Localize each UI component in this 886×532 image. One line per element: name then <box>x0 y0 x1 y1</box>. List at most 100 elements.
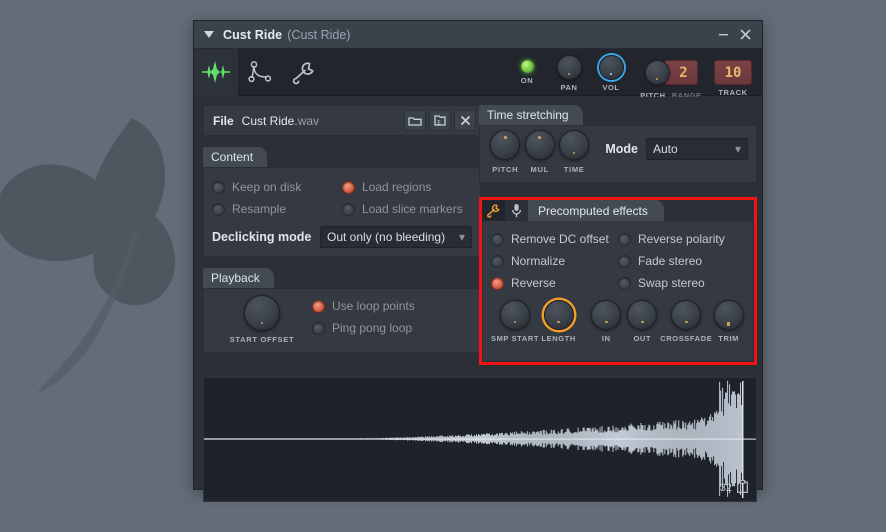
clipboard-icon[interactable] <box>737 480 748 496</box>
ts-time-control[interactable]: TIME <box>557 130 591 174</box>
load-slice-markers-radio[interactable] <box>342 202 355 216</box>
declicking-row: Declicking mode Out only (no bleeding) ▾ <box>212 226 472 248</box>
track-label: TRACK <box>718 88 748 97</box>
wrench-icon[interactable] <box>482 200 505 221</box>
waveform-meta: 32 <box>720 480 748 496</box>
trim-label: TRIM <box>718 334 739 343</box>
vol-control[interactable]: VOL <box>590 49 632 92</box>
close-button[interactable] <box>734 25 756 45</box>
tab-waveform[interactable] <box>194 48 238 96</box>
mode-label: Mode <box>605 142 638 156</box>
option-swap-stereo[interactable]: Swap stereo <box>618 272 745 294</box>
start-offset-control[interactable]: START OFFSET <box>212 295 312 344</box>
chevron-down-icon[interactable] <box>202 28 216 42</box>
track-control[interactable]: 10 TRACK <box>710 49 756 97</box>
content-group: Content Keep on disk Resample Load regio… <box>203 147 481 257</box>
playback-header: Playback <box>203 268 274 288</box>
ts-mul-control[interactable]: MUL <box>522 130 556 174</box>
trim-control[interactable]: TRIM <box>712 300 745 343</box>
swap-stereo-radio[interactable] <box>618 276 631 290</box>
tab-tools[interactable] <box>282 49 326 96</box>
option-load-regions[interactable]: Load regions <box>342 176 472 198</box>
reverse-polarity-radio[interactable] <box>618 232 631 246</box>
precomputed-effects-title: Precomputed effects <box>528 200 664 221</box>
crossfade-knob[interactable] <box>671 300 702 330</box>
file-bar: File Cust Ride .wav E <box>203 105 481 136</box>
out-control[interactable]: OUT <box>624 300 660 343</box>
load-slice-markers-label: Load slice markers <box>362 202 463 216</box>
keep-on-disk-radio[interactable] <box>212 180 225 194</box>
option-ping-pong-loop[interactable]: Ping pong loop <box>312 317 472 339</box>
reverse-radio[interactable] <box>491 276 504 290</box>
use-loop-points-radio[interactable] <box>312 299 325 313</box>
content-body: Keep on disk Resample Load regions Load … <box>203 167 481 257</box>
load-regions-label: Load regions <box>362 180 432 194</box>
option-normalize[interactable]: Normalize <box>491 250 618 272</box>
resample-radio[interactable] <box>212 202 225 216</box>
left-column: File Cust Ride .wav E Content Keep on di… <box>203 105 481 353</box>
ts-time-knob[interactable] <box>559 130 590 160</box>
trim-knob[interactable] <box>713 300 744 330</box>
content-options-left: Keep on disk Resample <box>212 176 342 220</box>
mode-select[interactable]: Auto ▾ <box>646 138 748 160</box>
ping-pong-loop-radio[interactable] <box>312 321 325 335</box>
pitch-range-group: 2 <box>644 55 698 85</box>
precomputed-options-left: Remove DC offset Normalize Reverse <box>491 228 618 294</box>
ts-time-label: TIME <box>563 165 585 174</box>
svg-text:E: E <box>437 119 441 126</box>
pan-knob[interactable] <box>556 55 582 80</box>
option-keep-on-disk[interactable]: Keep on disk <box>212 176 342 198</box>
bit-depth-value: 32 <box>719 482 732 494</box>
in-control[interactable]: IN <box>588 300 624 343</box>
remove-dc-offset-radio[interactable] <box>491 232 504 246</box>
in-knob[interactable] <box>591 300 622 330</box>
clear-file-button[interactable] <box>454 110 476 131</box>
reverse-label: Reverse <box>511 276 556 290</box>
option-fade-stereo[interactable]: Fade stereo <box>618 250 745 272</box>
file-name[interactable]: Cust Ride <box>242 114 295 128</box>
pitch-knob[interactable] <box>644 60 670 85</box>
minimize-button[interactable] <box>712 25 734 45</box>
length-knob[interactable] <box>543 300 574 330</box>
vol-knob[interactable] <box>598 55 624 80</box>
option-remove-dc-offset[interactable]: Remove DC offset <box>491 228 618 250</box>
option-load-slice-markers[interactable]: Load slice markers <box>342 198 472 220</box>
keep-on-disk-label: Keep on disk <box>232 180 302 194</box>
out-knob[interactable] <box>627 300 658 330</box>
vol-label: VOL <box>602 83 620 92</box>
declicking-select[interactable]: Out only (no bleeding) ▾ <box>320 226 472 248</box>
option-reverse[interactable]: Reverse <box>491 272 618 294</box>
ts-mul-label: MUL <box>530 165 549 174</box>
tab-envelope[interactable] <box>238 49 282 96</box>
ts-pitch-knob[interactable] <box>490 130 521 160</box>
on-control[interactable]: ON <box>506 49 548 85</box>
window-titlebar[interactable]: Cust Ride (Cust Ride) <box>194 21 762 49</box>
open-folder-button[interactable] <box>404 110 426 131</box>
waveform-display[interactable]: 32 <box>203 377 757 502</box>
out-label: OUT <box>633 334 652 343</box>
crossfade-control[interactable]: CROSSFADE <box>660 300 712 343</box>
pan-control[interactable]: PAN <box>548 49 590 92</box>
content-header: Content <box>203 147 268 167</box>
option-resample[interactable]: Resample <box>212 198 342 220</box>
length-label: LENGTH <box>541 334 576 343</box>
length-control[interactable]: LENGTH <box>539 300 578 343</box>
export-folder-button[interactable]: E <box>429 110 451 131</box>
normalize-radio[interactable] <box>491 254 504 268</box>
option-use-loop-points[interactable]: Use loop points <box>312 295 472 317</box>
track-value[interactable]: 10 <box>714 60 752 85</box>
swap-stereo-label: Swap stereo <box>638 276 705 290</box>
smp-start-knob[interactable] <box>500 300 530 330</box>
pitch-range-control[interactable]: 2 PITCH RANGE <box>632 49 710 100</box>
ts-pitch-control[interactable]: PITCH <box>488 130 522 174</box>
fade-stereo-radio[interactable] <box>618 254 631 268</box>
on-led[interactable] <box>520 60 534 73</box>
start-offset-knob[interactable] <box>244 295 280 331</box>
content-options: Keep on disk Resample Load regions Load … <box>212 176 472 220</box>
crossfade-label: CROSSFADE <box>660 334 713 343</box>
microphone-icon[interactable] <box>505 200 528 221</box>
ts-mul-knob[interactable] <box>524 130 555 160</box>
load-regions-radio[interactable] <box>342 180 355 194</box>
smp-start-control[interactable]: SMP START <box>491 300 539 343</box>
option-reverse-polarity[interactable]: Reverse polarity <box>618 228 745 250</box>
